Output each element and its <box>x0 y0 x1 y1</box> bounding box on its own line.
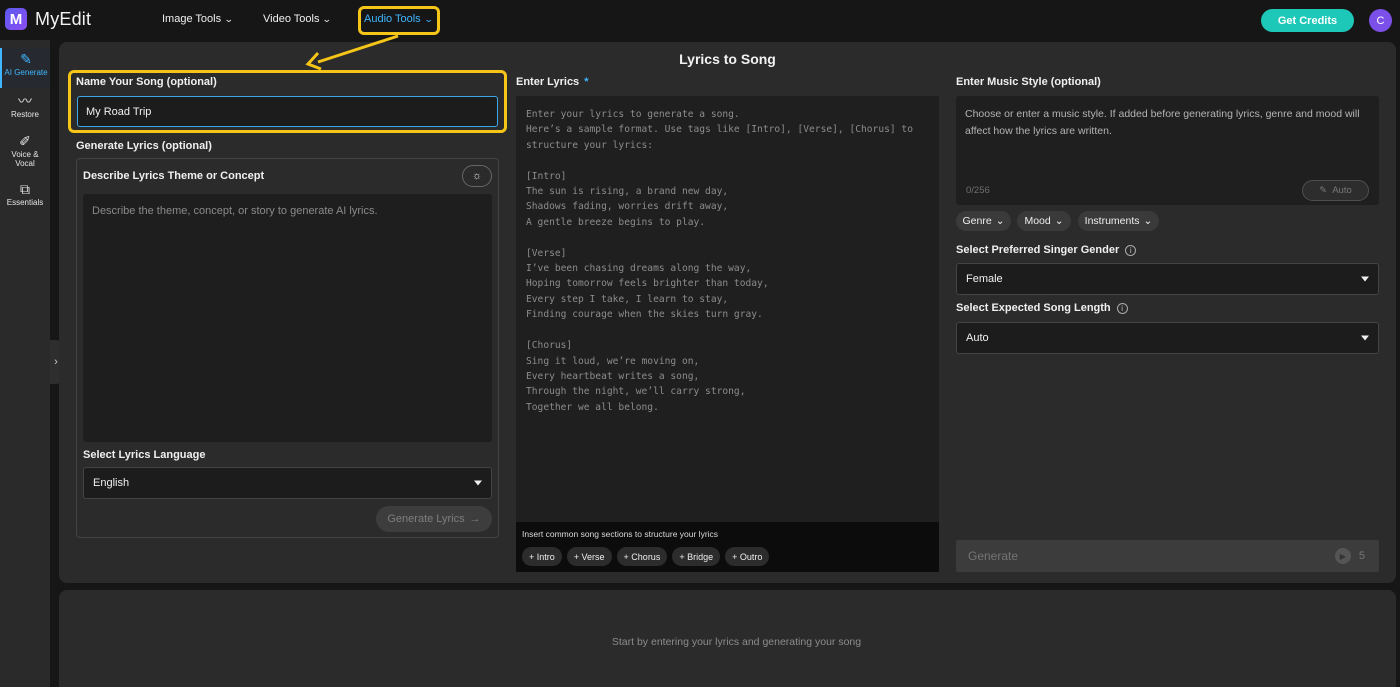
sidebar-item-label: Essentials <box>6 198 44 207</box>
sidebar-item-label-2: Vocal <box>15 159 35 168</box>
sidebar: ✎ AI Generate 〰 Restore ✐ Voice & Vocal … <box>0 40 50 687</box>
app-name: MyEdit <box>35 8 92 29</box>
credit-coin-icon: ▶ <box>1334 548 1351 564</box>
credit-cost: ▶ 5 <box>1334 548 1365 564</box>
caret-down-icon <box>1361 335 1369 341</box>
nav-image-tools-label: Image Tools <box>162 13 222 25</box>
instruments-label: Instruments <box>1084 215 1140 227</box>
nav-video-tools[interactable]: Video Tools ⌄ <box>263 13 333 25</box>
sidebar-item-voice-vocal[interactable]: ✐ Voice & Vocal <box>0 134 50 168</box>
inspiration-button[interactable]: ☼ <box>462 165 492 187</box>
generate-button[interactable]: Generate ▶ 5 <box>956 540 1379 572</box>
auto-style-label: Auto <box>1332 185 1352 196</box>
auto-style-button[interactable]: ✎ Auto <box>1302 180 1369 201</box>
credit-cost-value: 5 <box>1358 550 1365 562</box>
chevron-right-icon: › <box>54 356 58 368</box>
generate-lyrics-button-label: Generate Lyrics <box>387 513 465 525</box>
mood-dropdown[interactable]: Mood ⌄ <box>1017 211 1071 231</box>
mood-label: Mood <box>1024 215 1051 227</box>
caret-down-icon <box>1361 276 1369 282</box>
sidebar-item-ai-generate[interactable]: ✎ AI Generate <box>0 48 50 88</box>
get-credits-button[interactable]: Get Credits <box>1261 9 1354 32</box>
singer-gender-value: Female <box>966 273 1003 285</box>
main-panel: Lyrics to Song Name Your Song (optional)… <box>59 42 1396 583</box>
singer-gender-select[interactable]: Female <box>956 263 1379 295</box>
caret-down-icon <box>474 480 482 486</box>
lyrics-label: Enter Lyrics * <box>516 76 588 88</box>
chevron-down-icon: ⌄ <box>1143 215 1153 227</box>
waveform-icon: 〰 <box>18 93 32 109</box>
wand-mic-icon: ✐ <box>19 133 31 149</box>
avatar[interactable]: C <box>1369 9 1392 32</box>
genre-dropdown[interactable]: Genre ⌄ <box>956 211 1011 231</box>
sidebar-item-restore[interactable]: 〰 Restore <box>0 94 50 119</box>
magic-wand-icon: ✎ <box>1319 185 1328 196</box>
genre-label: Genre <box>962 215 992 227</box>
highlight-box-audio-tools <box>358 6 440 35</box>
chevron-down-icon: ⌄ <box>322 13 333 24</box>
sidebar-item-label: Restore <box>10 110 39 119</box>
highlight-box-song-name <box>68 70 507 133</box>
theme-input[interactable] <box>83 194 492 442</box>
nav-image-tools[interactable]: Image Tools ⌄ <box>162 13 234 25</box>
output-panel: Start by entering your lyrics and genera… <box>59 590 1396 687</box>
generate-lyrics-button[interactable]: Generate Lyrics → <box>376 506 492 532</box>
generate-lyrics-label: Generate Lyrics (optional) <box>76 140 212 152</box>
char-counter: 0/256 <box>966 185 990 196</box>
sidebar-item-label-1: Voice & <box>11 150 39 159</box>
sections-bar: Insert common song sections to structure… <box>516 522 939 572</box>
chevron-down-icon: ⌄ <box>223 13 234 24</box>
layers-icon: ⧉ <box>20 181 30 197</box>
theme-label: Describe Lyrics Theme or Concept <box>83 170 265 182</box>
lyrics-editor: Insert common song sections to structure… <box>516 96 939 572</box>
singer-gender-label-text: Select Preferred Singer Gender <box>956 244 1120 256</box>
music-style-label: Enter Music Style (optional) <box>956 76 1101 88</box>
insert-outro-button[interactable]: + Outro <box>725 547 770 566</box>
chevron-down-icon: ⌄ <box>995 215 1005 227</box>
lightbulb-icon: ☼ <box>471 170 483 182</box>
sections-hint: Insert common song sections to structure… <box>522 529 719 539</box>
music-style-input[interactable] <box>956 96 1379 181</box>
page-title: Lyrics to Song <box>679 51 776 67</box>
top-bar: M MyEdit Image Tools ⌄ Video Tools ⌄ Aud… <box>0 0 1400 40</box>
lyrics-language-value: English <box>93 477 130 489</box>
insert-intro-button[interactable]: + Intro <box>522 547 562 566</box>
chevron-down-icon: ⌄ <box>1054 215 1064 227</box>
song-length-label: Select Expected Song Length i <box>956 302 1128 314</box>
insert-chorus-button[interactable]: + Chorus <box>616 547 668 566</box>
app-logo[interactable]: M MyEdit <box>5 8 91 30</box>
generate-lyrics-panel: Describe Lyrics Theme or Concept ☼ Selec… <box>76 158 499 538</box>
section-chips: + Intro + Verse + Chorus + Bridge + Outr… <box>522 547 770 566</box>
info-icon[interactable]: i <box>1125 244 1137 256</box>
nav-video-tools-label: Video Tools <box>263 13 320 25</box>
output-empty-text: Start by entering your lyrics and genera… <box>611 636 862 648</box>
logo-mark: M <box>5 8 27 30</box>
insert-verse-button[interactable]: + Verse <box>566 547 612 566</box>
lyrics-input[interactable] <box>516 96 939 522</box>
info-icon[interactable]: i <box>1116 302 1128 314</box>
sidebar-item-label: AI Generate <box>4 68 48 77</box>
insert-bridge-button[interactable]: + Bridge <box>672 547 721 566</box>
instruments-dropdown[interactable]: Instruments ⌄ <box>1078 211 1159 231</box>
lyrics-language-label: Select Lyrics Language <box>83 449 206 461</box>
music-style-box: 0/256 ✎ Auto <box>956 96 1379 205</box>
arrow-right-icon: → <box>469 513 481 525</box>
song-length-label-text: Select Expected Song Length <box>956 302 1111 314</box>
generate-button-label: Generate <box>968 549 1019 563</box>
song-length-select[interactable]: Auto <box>956 322 1379 354</box>
song-length-value: Auto <box>966 332 989 344</box>
lyrics-label-text: Enter Lyrics <box>516 76 580 88</box>
required-mark: * <box>584 76 589 88</box>
singer-gender-label: Select Preferred Singer Gender i <box>956 244 1137 256</box>
sidebar-item-essentials[interactable]: ⧉ Essentials <box>0 182 50 207</box>
magic-wand-icon: ✎ <box>20 51 32 67</box>
lyrics-language-select[interactable]: English <box>83 467 492 499</box>
